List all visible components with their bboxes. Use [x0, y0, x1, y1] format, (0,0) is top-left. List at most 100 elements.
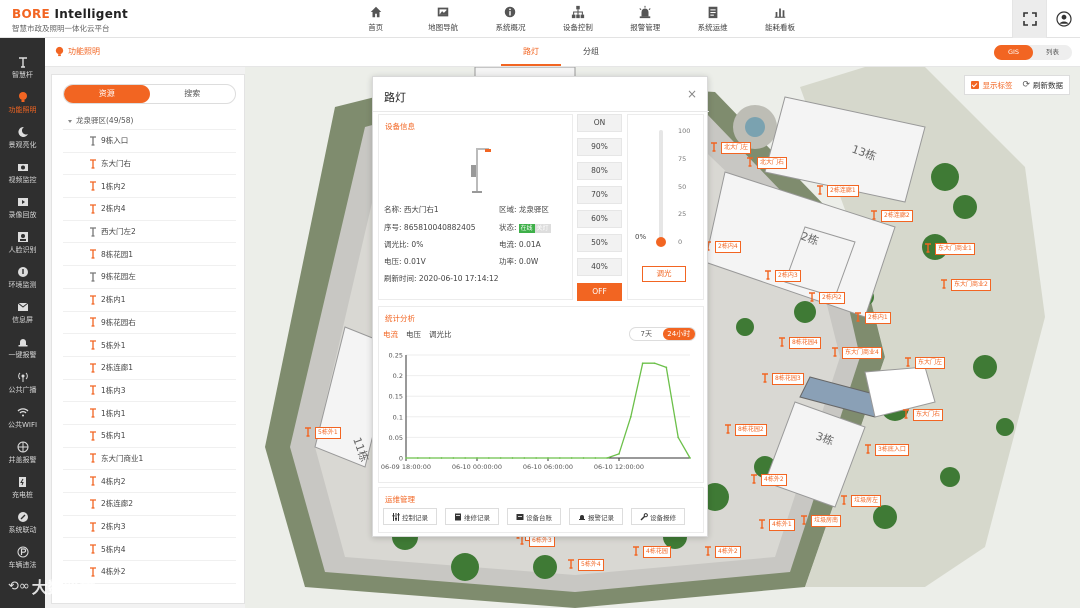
lamp-marker-icon[interactable] — [924, 243, 932, 253]
device-ledger-button[interactable]: 设备台账 — [507, 508, 561, 525]
sidebar-item-playback[interactable]: 录像回放 — [0, 192, 45, 224]
tree-item[interactable]: 9栋入口 — [63, 130, 236, 153]
level-off-button[interactable]: OFF — [577, 283, 622, 301]
nav-alarm[interactable]: 报警管理 — [612, 0, 679, 38]
tree-root[interactable]: 龙泉驿区(49/58) — [63, 111, 236, 130]
lamp-marker-icon[interactable] — [632, 546, 640, 556]
tree-item[interactable]: 9栋花园右 — [63, 312, 236, 335]
dimming-slider-handle[interactable] — [656, 237, 666, 247]
range-7days-button[interactable]: 7天 — [630, 328, 663, 340]
range-24h-button[interactable]: 24小时 — [662, 328, 695, 340]
sidebar-item-linkage[interactable]: 系统联动 — [0, 507, 45, 539]
lamp-label[interactable]: 东大门商业2 — [951, 279, 991, 291]
sidebar-item-landscape[interactable]: 景观亮化 — [0, 122, 45, 154]
lamp-label[interactable]: 东大门右 — [913, 409, 944, 421]
alarm-record-button[interactable]: 报警记录 — [569, 508, 623, 525]
close-button[interactable]: × — [687, 87, 697, 101]
lamp-marker-icon[interactable] — [831, 347, 839, 357]
nav-device-control[interactable]: 设备控制 — [544, 0, 611, 38]
tree-item[interactable]: 5栋外1 — [63, 334, 236, 357]
dimming-slider-track[interactable] — [659, 130, 663, 242]
lamp-marker-icon[interactable] — [758, 519, 766, 529]
lamp-marker-icon[interactable] — [870, 210, 878, 220]
lamp-marker-icon[interactable] — [304, 427, 312, 437]
lamp-label[interactable]: 垃圾房左 — [851, 495, 882, 507]
tree-item[interactable]: 2栋连廊2 — [63, 493, 236, 516]
lamp-label[interactable]: 2栋内4 — [715, 241, 741, 253]
repair-record-button[interactable]: 维修记录 — [445, 508, 499, 525]
lamp-label[interactable]: 8栋花园2 — [735, 424, 767, 436]
view-list-button[interactable]: 列表 — [1033, 45, 1072, 60]
lamp-label[interactable]: 东大门左 — [915, 357, 946, 369]
sidebar-item-broadcast[interactable]: 公共广播 — [0, 367, 45, 399]
tab-group[interactable]: 分组 — [561, 38, 621, 66]
lamp-label[interactable]: 4栋外1 — [769, 519, 795, 531]
sidebar-item-info-screen[interactable]: 信息屏 — [0, 297, 45, 329]
tree-item[interactable]: 东大门商业1 — [63, 448, 236, 471]
lamp-marker-icon[interactable] — [746, 157, 754, 167]
device-repair-button[interactable]: 设备报修 — [631, 508, 685, 525]
lamp-marker-icon[interactable] — [902, 409, 910, 419]
lamp-label[interactable]: 4栋外2 — [761, 474, 787, 486]
lamp-label[interactable]: 东大门商业1 — [935, 243, 975, 255]
tab-current[interactable]: 电流 — [383, 329, 398, 340]
lamp-label[interactable]: 4栋外2 — [715, 546, 741, 558]
lamp-label[interactable]: 北大门左 — [721, 142, 752, 154]
user-button[interactable] — [1046, 0, 1080, 38]
level-50-button[interactable]: 50% — [577, 234, 622, 252]
lamp-marker-icon[interactable] — [710, 142, 718, 152]
lamp-label[interactable]: 北大门右 — [757, 157, 788, 169]
tree-item[interactable]: 8栋花园1 — [63, 243, 236, 267]
sidebar-item-environment[interactable]: 环境监测 — [0, 262, 45, 294]
lamp-label[interactable]: 垃圾房南 — [811, 515, 842, 527]
level-90-button[interactable]: 90% — [577, 138, 622, 156]
fullscreen-button[interactable] — [1012, 0, 1046, 38]
lamp-marker-icon[interactable] — [567, 559, 575, 569]
lamp-label[interactable]: 2栋内2 — [819, 292, 845, 304]
tab-voltage[interactable]: 电压 — [406, 329, 421, 340]
sidebar-item-lighting[interactable]: 功能照明 — [0, 87, 45, 119]
lamp-marker-icon[interactable] — [904, 357, 912, 367]
tree-item[interactable]: 2栋内3 — [63, 516, 236, 539]
sidebar-item-alarm[interactable]: 一键报警 — [0, 332, 45, 364]
nav-energy[interactable]: 能耗看板 — [746, 0, 813, 38]
tree-item[interactable]: 1栋内2 — [63, 175, 236, 199]
tab-street-light[interactable]: 路灯 — [501, 38, 561, 66]
tree-item[interactable]: 2栋内1 — [63, 289, 236, 312]
lamp-label[interactable]: 8栋花园3 — [772, 373, 804, 385]
lamp-label[interactable]: 2栋内3 — [775, 270, 801, 282]
tab-search[interactable]: 搜索 — [150, 85, 236, 103]
lamp-marker-icon[interactable] — [864, 444, 872, 454]
lamp-marker-icon[interactable] — [778, 337, 786, 347]
lamp-label[interactable]: 5栋外1 — [315, 427, 341, 439]
tree-item[interactable]: 1栋内1 — [63, 402, 236, 425]
sidebar-item-manhole[interactable]: 井盖报警 — [0, 437, 45, 469]
tree-item[interactable]: 9栋花园左 — [63, 266, 236, 289]
lamp-marker-icon[interactable] — [761, 373, 769, 383]
lamp-label[interactable]: 5栋外4 — [578, 559, 604, 571]
tree-item[interactable]: 西大门左2 — [63, 221, 236, 244]
sidebar-item-charger[interactable]: 充电桩 — [0, 472, 45, 504]
tree-item[interactable]: 1栋内3 — [63, 380, 236, 403]
nav-overview[interactable]: 系统概况 — [477, 0, 544, 38]
lamp-marker-icon[interactable] — [750, 474, 758, 484]
view-gis-button[interactable]: GIS — [994, 45, 1033, 60]
lamp-label[interactable]: 3栋底入口 — [875, 444, 909, 456]
nav-maintenance[interactable]: 系统运维 — [679, 0, 746, 38]
tree-item[interactable]: 2栋连廊1 — [63, 357, 236, 380]
lamp-marker-icon[interactable] — [854, 312, 862, 322]
lamp-label[interactable]: 2栋内1 — [865, 312, 891, 324]
lamp-marker-icon[interactable] — [840, 495, 848, 505]
lamp-marker-icon[interactable] — [704, 546, 712, 556]
lamp-marker-icon[interactable] — [724, 424, 732, 434]
lamp-label[interactable]: 2栋连廊2 — [881, 210, 913, 222]
lamp-label[interactable]: 东大门商业4 — [842, 347, 882, 359]
tree-item[interactable]: 4栋内2 — [63, 470, 236, 493]
sidebar-item-vehicle[interactable]: 车辆违法 — [0, 542, 45, 574]
sidebar-item-smart-pole[interactable]: 智慧杆 — [0, 52, 45, 84]
lamp-marker-icon[interactable] — [808, 292, 816, 302]
lamp-marker-icon[interactable] — [800, 515, 808, 525]
tree-item[interactable]: 5栋内1 — [63, 425, 236, 448]
nav-home[interactable]: 首页 — [342, 0, 409, 38]
lamp-marker-icon[interactable] — [764, 270, 772, 280]
